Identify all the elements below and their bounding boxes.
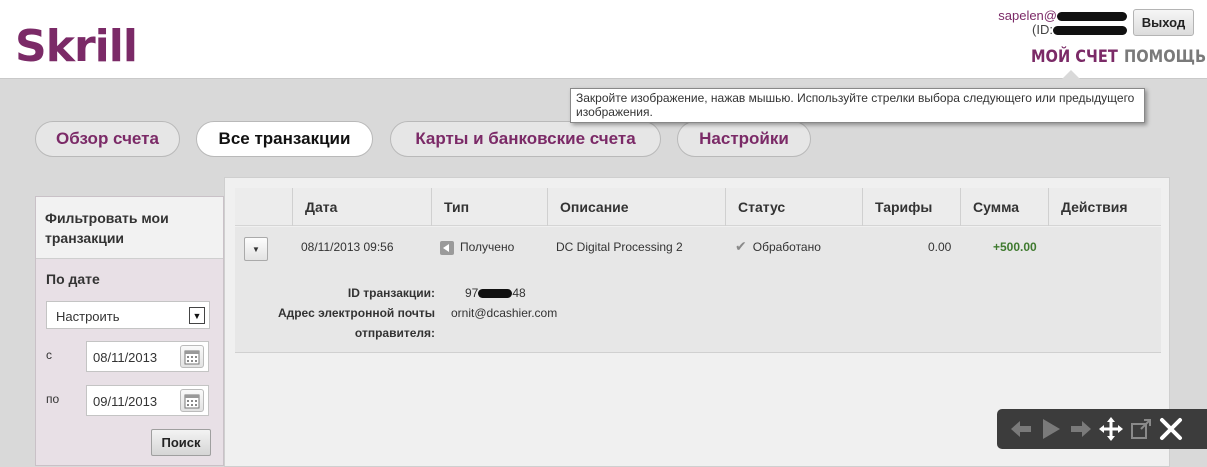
to-date-field[interactable]: 09/11/2013	[86, 385, 209, 416]
column-header-description: Описание	[547, 188, 725, 226]
to-label: по	[46, 392, 60, 406]
calendar-icon[interactable]	[180, 389, 204, 412]
image-viewer-controls	[997, 409, 1207, 449]
period-select-value: Настроить	[56, 309, 120, 324]
active-nav-indicator	[1062, 70, 1080, 79]
from-date-field[interactable]: 08/11/2013	[86, 341, 209, 372]
close-icon[interactable]	[1157, 414, 1184, 444]
tab-account-overview[interactable]: Обзор счета	[35, 121, 180, 157]
received-icon	[440, 240, 454, 255]
row-description: DC Digital Processing 2	[556, 240, 683, 254]
column-header-status: Статус	[725, 188, 862, 226]
table-row[interactable]: ▼ 08/11/2013 09:56 Получено DC Digital P…	[235, 227, 1161, 353]
filter-title: Фильтровать мои транзакции	[36, 197, 223, 259]
tab-all-transactions[interactable]: Все транзакции	[196, 121, 373, 157]
play-icon[interactable]	[1037, 414, 1064, 444]
logout-button[interactable]: Выход	[1133, 9, 1194, 36]
external-link-icon[interactable]	[1127, 414, 1154, 444]
sender-email-value: ornit@dcashier.com	[451, 306, 558, 320]
transaction-id-label: ID транзакции:	[347, 286, 435, 300]
chevron-down-icon[interactable]: ▼	[189, 307, 205, 324]
from-date-value: 08/11/2013	[93, 350, 158, 365]
skrill-logo[interactable]: Skrill	[15, 22, 138, 72]
row-type-label: Получено	[460, 240, 515, 254]
period-select[interactable]: Настроить ▼	[46, 301, 210, 329]
column-header-type: Тип	[431, 188, 547, 226]
row-status-label: Обработано	[752, 240, 821, 254]
search-button[interactable]: Поиск	[151, 429, 211, 456]
redaction-mark	[1053, 26, 1127, 36]
row-amount: +500.00	[993, 240, 1037, 254]
move-icon[interactable]	[1097, 414, 1124, 444]
arrow-right-icon[interactable]	[1067, 414, 1094, 444]
column-header-fees: Тарифы	[862, 188, 960, 226]
nav-help[interactable]: ПОМОЩЬ	[1124, 47, 1206, 67]
by-date-label: По дате	[46, 271, 100, 287]
checkmark-icon: ✔	[735, 238, 747, 254]
image-viewer-tooltip: Закройте изображение, нажав мышью. Испол…	[570, 88, 1145, 123]
arrow-left-icon[interactable]	[1007, 414, 1034, 444]
user-id-label: (ID:	[1032, 22, 1053, 37]
tab-settings[interactable]: Настройки	[677, 121, 811, 157]
transaction-id-suffix: 48	[512, 286, 526, 300]
row-status: ✔ Обработано	[735, 238, 821, 255]
user-info: sapelen@ (ID:	[998, 9, 1127, 37]
sender-email-label: Адрес электронной почты	[277, 306, 435, 320]
row-fee: 0.00	[928, 240, 952, 254]
transaction-id-value: 97 48	[465, 286, 526, 300]
table-header: Дата Тип Описание Статус Тарифы Сумма Де…	[235, 188, 1161, 226]
row-type: Получено	[440, 240, 514, 255]
user-email: sapelen@	[998, 8, 1057, 23]
redaction-mark	[1057, 12, 1127, 22]
nav-my-account[interactable]: МОЙ СЧЕТ	[1031, 47, 1118, 67]
calendar-icon[interactable]	[180, 345, 204, 368]
header: Skrill sapelen@ (ID: Выход МОЙ СЧЕТ ПОМО…	[0, 0, 1207, 79]
from-label: с	[46, 348, 52, 362]
to-date-value: 09/11/2013	[93, 394, 158, 409]
transaction-id-prefix: 97	[465, 286, 479, 300]
column-header-date: Дата	[292, 188, 431, 226]
expand-row-button[interactable]: ▼	[244, 237, 268, 261]
column-header-amount: Сумма	[960, 188, 1048, 226]
row-date: 08/11/2013 09:56	[301, 240, 394, 254]
tab-cards-bank-accounts[interactable]: Карты и банковские счета	[390, 121, 661, 157]
filter-sidebar: Фильтровать мои транзакции По дате Настр…	[35, 196, 224, 466]
redaction-mark	[478, 289, 513, 299]
column-header-actions: Действия	[1048, 188, 1161, 226]
sender-email-label-cont: отправителя:	[354, 326, 435, 340]
